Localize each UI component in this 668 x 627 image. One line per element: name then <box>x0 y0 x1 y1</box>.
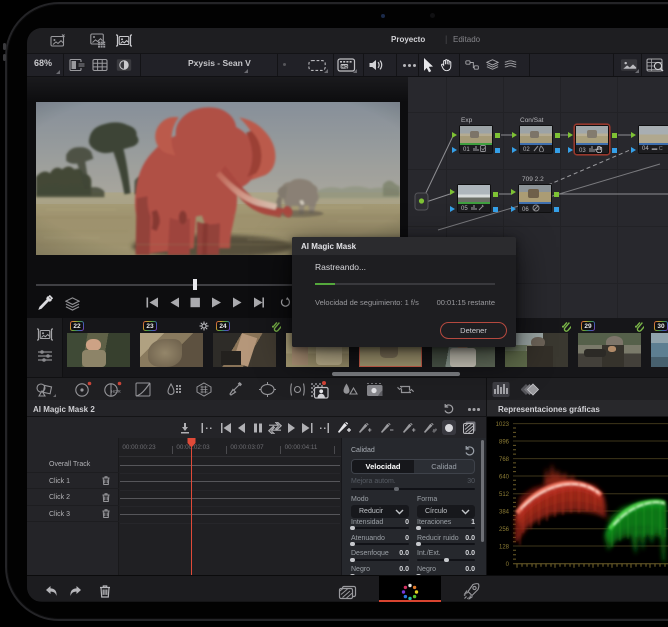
svg-text:768: 768 <box>499 457 510 463</box>
svg-text:1023: 1023 <box>496 422 510 428</box>
svg-text:384: 384 <box>499 509 510 515</box>
svg-text:512: 512 <box>499 492 510 498</box>
svg-text:640: 640 <box>499 474 510 480</box>
svg-text:0: 0 <box>506 562 510 568</box>
svg-text:128: 128 <box>499 544 510 550</box>
svg-text:HDR: HDR <box>111 389 121 394</box>
svg-text:HQ: HQ <box>341 64 348 69</box>
svg-text:256: 256 <box>499 527 510 533</box>
svg-text:896: 896 <box>499 439 510 445</box>
